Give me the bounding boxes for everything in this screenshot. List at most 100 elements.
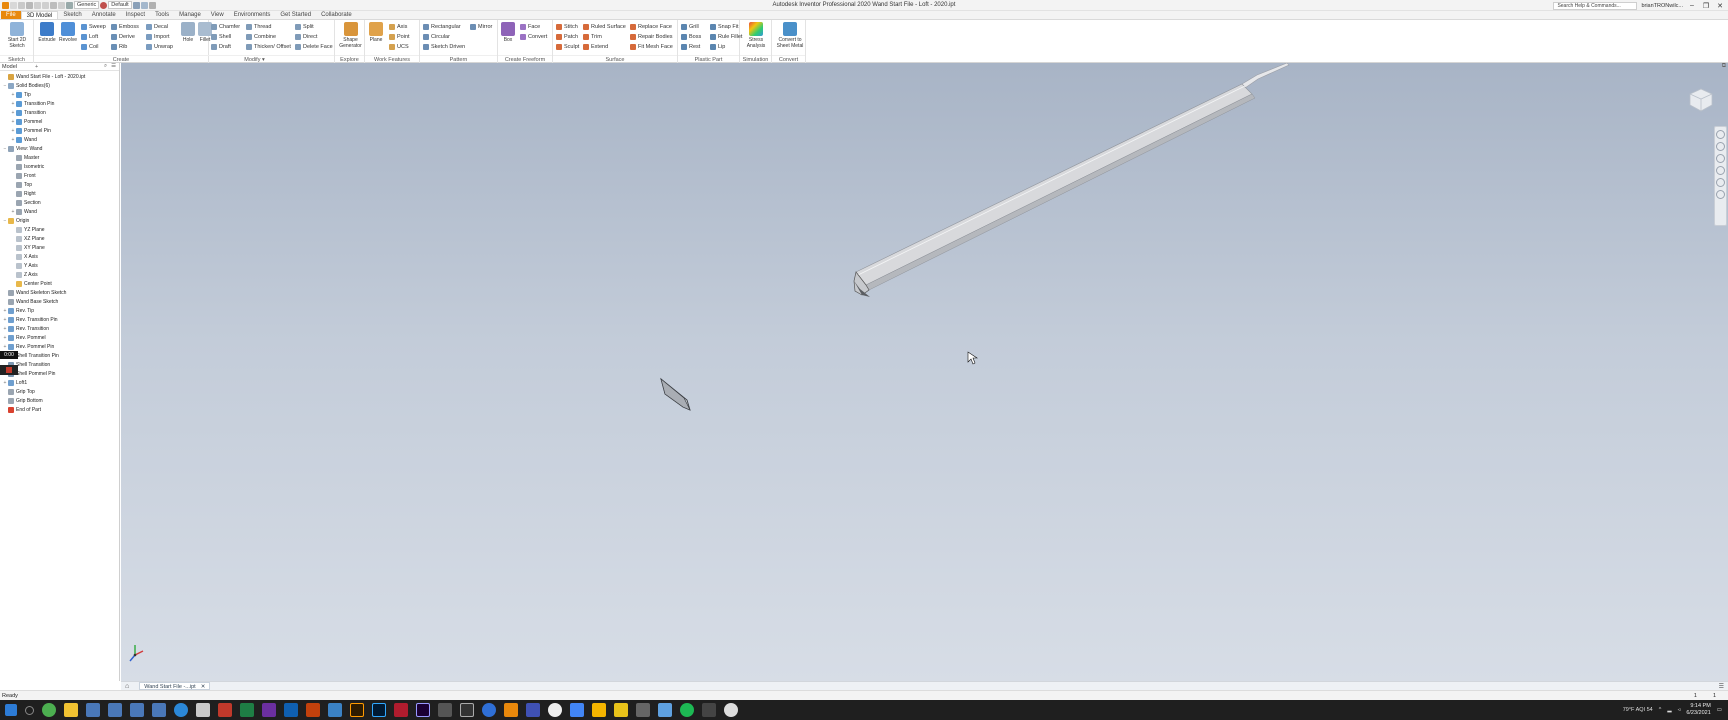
convert-button[interactable]: Convert <box>520 32 547 41</box>
clock[interactable]: 9:14 PM 6/23/2021 <box>1686 703 1710 717</box>
tab-environments[interactable]: Environments <box>229 11 276 19</box>
app-icon-8[interactable] <box>526 703 540 717</box>
tree-node[interactable]: Top <box>0 180 120 189</box>
steering-wheel-icon[interactable] <box>1716 130 1725 139</box>
tree-node[interactable]: XZ Plane <box>0 234 120 243</box>
ucs-button[interactable]: UCS <box>389 42 409 51</box>
app-icon-6[interactable] <box>460 703 474 717</box>
tree-node[interactable]: Grip Top <box>0 387 120 396</box>
material-icon[interactable] <box>66 1 73 9</box>
orbit-icon[interactable] <box>1716 166 1725 175</box>
tree-node[interactable]: Front <box>0 171 120 180</box>
rest-button[interactable]: Rest <box>681 42 700 51</box>
powerpoint-icon[interactable] <box>306 703 320 717</box>
stitch-button[interactable]: Stitch <box>556 22 578 31</box>
app-icon-3[interactable] <box>130 703 144 717</box>
style-dropdown[interactable]: Generic <box>74 1 100 9</box>
tab-3d-model[interactable]: 3D Model <box>20 11 59 19</box>
tab-file[interactable]: File <box>1 11 21 19</box>
axis-button[interactable]: Axis <box>389 22 407 31</box>
tree-node[interactable]: End of Part <box>0 405 120 414</box>
direct-button[interactable]: Direct <box>295 32 317 41</box>
volume-icon[interactable]: ◃ <box>1678 707 1681 713</box>
tree-node[interactable]: Shell Transition Pin <box>0 351 120 360</box>
tree-node[interactable]: Center Point <box>0 279 120 288</box>
tree-node[interactable]: + Loft1 <box>0 378 120 387</box>
maya-icon[interactable] <box>394 703 408 717</box>
tree-node[interactable]: + Rev. Transition <box>0 324 120 333</box>
illustrator-icon[interactable] <box>350 703 364 717</box>
tree-node[interactable]: Section <box>0 198 120 207</box>
weather-widget[interactable]: 79°F AQI 54 <box>1623 707 1653 713</box>
network-icon[interactable]: ▂ <box>1667 707 1671 713</box>
inventor-logo-icon[interactable] <box>2 1 9 9</box>
graphics-viewport[interactable]: ⧉ <box>121 63 1728 681</box>
revolve-button[interactable]: Revolve <box>57 22 79 43</box>
app-icon-9[interactable] <box>548 703 562 717</box>
shell-button[interactable]: Shell <box>211 32 231 41</box>
zoom-icon[interactable] <box>1716 154 1725 163</box>
edge-icon[interactable] <box>174 703 188 717</box>
snap-fit-button[interactable]: Snap Fit <box>710 22 738 31</box>
tray-chevron-icon[interactable]: ^ <box>1659 707 1662 713</box>
tab-annotate[interactable]: Annotate <box>87 11 121 19</box>
face-button[interactable]: Face <box>520 22 540 31</box>
app-icon-1[interactable] <box>86 703 100 717</box>
tab-manage[interactable]: Manage <box>174 11 206 19</box>
appearance-icon[interactable] <box>100 1 108 9</box>
tree-node[interactable]: Grip Bottom <box>0 396 120 405</box>
boss-button[interactable]: Boss <box>681 32 701 41</box>
tree-node[interactable]: + Wand <box>0 135 120 144</box>
shape-generator-button[interactable]: Shape Generator <box>338 22 363 49</box>
open-icon[interactable] <box>18 1 25 9</box>
undo-icon[interactable] <box>34 1 41 9</box>
document-tab[interactable]: Wand Start File -...ipt ✕ <box>139 682 211 690</box>
tree-node[interactable]: + Wand <box>0 207 120 216</box>
onenote-icon[interactable] <box>262 703 276 717</box>
tab-view[interactable]: View <box>206 11 229 19</box>
thicken-offset-button[interactable]: Thicken/ Offset <box>246 42 291 51</box>
trim-button[interactable]: Trim <box>583 32 602 41</box>
notepad-icon[interactable] <box>196 703 210 717</box>
pan-icon[interactable] <box>1716 142 1725 151</box>
convert-sheet-metal-button[interactable]: Convert to Sheet Metal <box>775 22 805 49</box>
tree-node[interactable]: XY Plane <box>0 243 120 252</box>
tree-node[interactable]: YZ Plane <box>0 225 120 234</box>
chrome-icon[interactable] <box>42 703 56 717</box>
plane-button[interactable]: Plane <box>367 22 385 43</box>
tab-tools[interactable]: Tools <box>150 11 174 19</box>
app-icon-10[interactable] <box>570 703 584 717</box>
import-button[interactable]: Import <box>146 32 170 41</box>
delete-face-button[interactable]: Delete Face <box>295 42 333 51</box>
tree-node[interactable]: X Axis <box>0 252 120 261</box>
coil-button[interactable]: Coil <box>81 42 98 51</box>
sculpt-button[interactable]: Sculpt <box>556 42 579 51</box>
tree-node[interactable]: + Rev. Transition Pin <box>0 315 120 324</box>
photoshop-icon[interactable] <box>372 703 386 717</box>
app-icon-2[interactable] <box>108 703 122 717</box>
home-icon[interactable]: ⌂ <box>125 683 129 690</box>
tree-node[interactable]: − Solid Bodies(6) <box>0 81 120 90</box>
sketch-driven-button[interactable]: Sketch Driven <box>423 42 465 51</box>
box-button[interactable]: Box <box>500 22 516 43</box>
excel-icon[interactable] <box>240 703 254 717</box>
app-icon-11[interactable] <box>592 703 606 717</box>
file-explorer-icon[interactable] <box>64 703 78 717</box>
tree-node[interactable]: Wand Base Sketch <box>0 297 120 306</box>
save-icon[interactable] <box>26 1 33 9</box>
lip-button[interactable]: Lip <box>710 42 725 51</box>
circular-button[interactable]: Circular <box>423 32 450 41</box>
app-icon-15[interactable] <box>702 703 716 717</box>
unwrap-button[interactable]: Unwrap <box>146 42 173 51</box>
start-icon[interactable] <box>5 704 17 716</box>
acrobat-icon[interactable] <box>218 703 232 717</box>
app-icon-16[interactable] <box>724 703 738 717</box>
navbar-menu-icon[interactable] <box>1716 190 1725 199</box>
outlook-icon[interactable] <box>284 703 298 717</box>
tree-node[interactable]: + Transition Pin <box>0 99 120 108</box>
update-icon[interactable] <box>58 1 65 9</box>
clear-icon[interactable] <box>140 1 148 9</box>
tree-node[interactable]: Right <box>0 189 120 198</box>
tree-node[interactable]: + Tip <box>0 90 120 99</box>
viewcube-icon[interactable] <box>1688 87 1714 113</box>
